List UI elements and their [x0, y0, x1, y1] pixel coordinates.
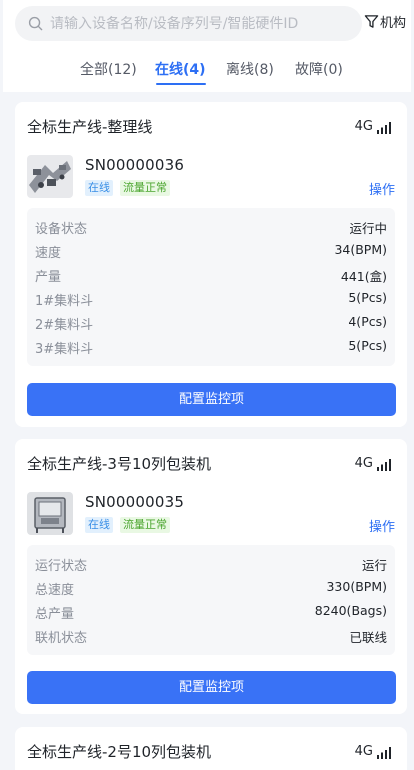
filter-icon — [364, 15, 379, 28]
metric-value: 441(盒) — [340, 269, 387, 284]
metric-row: 3#集料斗 5(Pcs) — [35, 338, 387, 358]
metric-value: 运行中 — [349, 221, 387, 236]
metric-value: 34(BPM) — [334, 242, 387, 257]
metric-label: 速度 — [35, 246, 62, 261]
tab-all[interactable]: 全部(12) — [80, 59, 137, 79]
network-status: 4G — [355, 456, 391, 471]
configure-monitoring-button[interactable]: 配置监控项 — [27, 383, 396, 416]
signal-icon — [377, 459, 391, 471]
tab-offline[interactable]: 离线(8) — [226, 59, 274, 79]
org-filter-button[interactable]: 机构 — [364, 12, 406, 31]
online-badge: 在线 — [85, 517, 113, 533]
flow-status-badge: 流量正常 — [120, 517, 170, 533]
signal-icon — [377, 122, 391, 134]
metric-label: 总速度 — [35, 583, 75, 598]
device-card: 全标生产线-2号10列包装机 4G — [15, 727, 407, 770]
network-label: 4G — [354, 744, 373, 759]
metric-row: 总产量 8240(Bags) — [35, 603, 387, 623]
metric-label: 设备状态 — [35, 222, 88, 237]
header: 机构 全部(12) 在线(4) 离线(8) 故障(0) — [3, 0, 411, 92]
metrics-panel: 设备状态 运行中 速度 34(BPM) 产量 441(盒) 1#集料斗 5(Pcs) 2… — [27, 208, 395, 366]
device-line-title: 全标生产线-3号10列包装机 — [27, 455, 212, 473]
active-tab-indicator — [156, 83, 206, 85]
network-label: 4G — [354, 456, 373, 471]
online-badge: 在线 — [85, 180, 113, 196]
metric-row: 2#集料斗 4(Pcs) — [35, 314, 387, 334]
device-thumbnail — [27, 155, 73, 198]
metric-value: 5(Pcs) — [348, 338, 387, 353]
network-status: 4G — [355, 744, 391, 759]
metric-label: 2#集料斗 — [35, 318, 94, 333]
search-input[interactable] — [50, 15, 340, 32]
metric-row: 速度 34(BPM) — [35, 242, 387, 262]
metric-value: 8240(Bags) — [314, 603, 387, 618]
configure-monitoring-button[interactable]: 配置监控项 — [27, 671, 396, 704]
metric-value: 已联线 — [349, 630, 387, 645]
metric-value: 5(Pcs) — [348, 290, 387, 305]
network-label: 4G — [354, 119, 373, 134]
metric-label: 产量 — [35, 270, 62, 285]
network-status: 4G — [355, 119, 391, 134]
device-serial-number: SN00000035 — [85, 493, 185, 511]
tab-online[interactable]: 在线(4) — [155, 59, 206, 79]
metric-label: 3#集料斗 — [35, 342, 94, 357]
device-card: 全标生产线-整理线 4G SN00000036 在线 流量正常 操作 设备状态 … — [15, 102, 407, 427]
metric-value: 运行 — [361, 558, 387, 573]
device-serial-number: SN00000036 — [85, 156, 185, 174]
metric-row: 设备状态 运行中 — [35, 218, 387, 238]
flow-status-badge: 流量正常 — [120, 180, 170, 196]
search-icon — [28, 16, 43, 31]
tab-fault[interactable]: 故障(0) — [295, 59, 343, 79]
device-line-title: 全标生产线-整理线 — [27, 118, 153, 136]
device-list-screen: 机构 全部(12) 在线(4) 离线(8) 故障(0) 全标生产线-整理线 4G — [3, 0, 411, 770]
metric-value: 4(Pcs) — [348, 314, 387, 329]
device-card: 全标生产线-3号10列包装机 4G SN00000035 在线 流量正常 操作 — [15, 439, 407, 714]
metrics-panel: 运行状态 运行 总速度 330(BPM) 总产量 8240(Bags) 联机状态 已联线 — [27, 545, 395, 655]
org-filter-label: 机构 — [380, 16, 407, 31]
device-line-title: 全标生产线-2号10列包装机 — [27, 743, 212, 761]
metric-row: 运行状态 运行 — [35, 555, 387, 575]
operate-link[interactable]: 操作 — [369, 179, 395, 198]
device-thumbnail — [27, 492, 73, 535]
metric-label: 联机状态 — [35, 631, 88, 646]
metric-value: 330(BPM) — [326, 579, 387, 594]
metric-row: 1#集料斗 5(Pcs) — [35, 290, 387, 310]
metric-label: 总产量 — [35, 607, 75, 622]
metric-label: 运行状态 — [35, 559, 88, 574]
metric-row: 联机状态 已联线 — [35, 627, 387, 647]
metric-row: 总速度 330(BPM) — [35, 579, 387, 599]
operate-link[interactable]: 操作 — [369, 516, 395, 535]
signal-icon — [377, 747, 391, 759]
metric-row: 产量 441(盒) — [35, 266, 387, 286]
search-box[interactable] — [15, 6, 362, 41]
metric-label: 1#集料斗 — [35, 294, 94, 309]
